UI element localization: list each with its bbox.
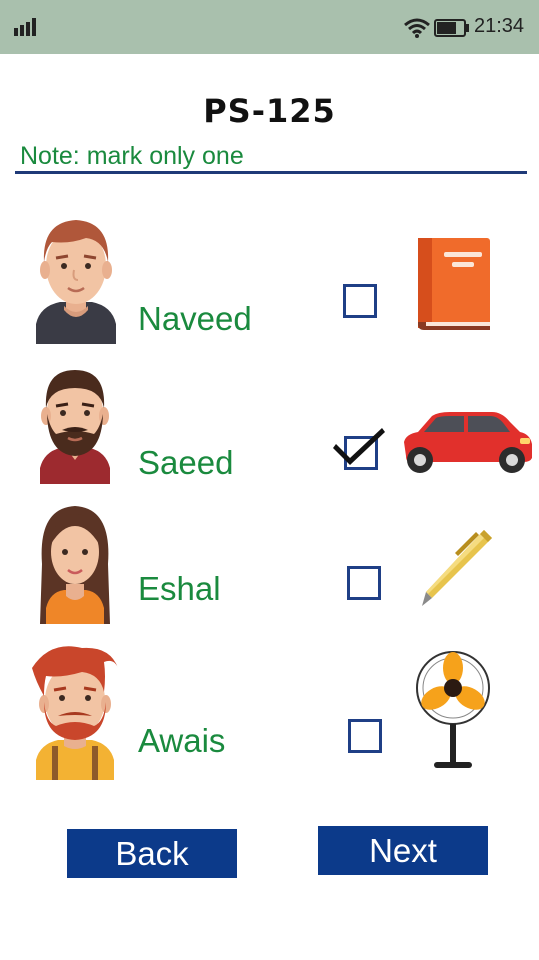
- avatar-eshal: [40, 506, 110, 624]
- pen-icon: [422, 530, 492, 606]
- checkbox-awais[interactable]: [348, 719, 382, 753]
- back-button[interactable]: Back: [67, 829, 237, 878]
- instruction-note: Note: mark only one: [20, 142, 244, 170]
- avatar-saeed: [40, 370, 110, 484]
- person-name: Naveed: [138, 300, 252, 337]
- status-time: 21:34: [474, 15, 525, 37]
- fan-icon: [416, 651, 490, 768]
- battery-icon: [434, 19, 469, 37]
- person-name: Eshal: [138, 570, 221, 607]
- book-icon: [418, 238, 490, 330]
- page-title: PS-125: [203, 92, 336, 130]
- avatar-naveed: [36, 220, 116, 344]
- note-underline: [15, 171, 527, 174]
- person-name: Awais: [138, 722, 226, 759]
- next-button[interactable]: Next: [318, 826, 488, 875]
- person-name: Saeed: [138, 444, 234, 481]
- status-bar: 21:34: [0, 0, 539, 54]
- checkbox-eshal[interactable]: [347, 566, 381, 600]
- avatar-awais: [32, 646, 118, 780]
- wifi-icon: [404, 18, 430, 38]
- signal-icon: [14, 18, 36, 36]
- car-icon: [404, 412, 532, 473]
- checkmark-icon: [333, 428, 385, 465]
- checkbox-naveed[interactable]: [343, 284, 377, 318]
